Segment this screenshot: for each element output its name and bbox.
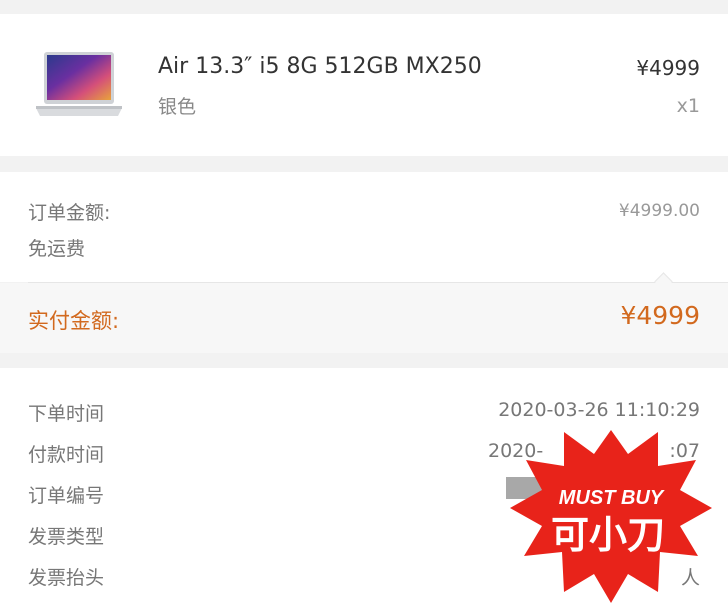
watermark-line2: 可小刀 — [551, 513, 665, 557]
order-summary: 订单金额: ¥4999.00 免运费 — [0, 172, 728, 291]
shipping-label: 免运费 — [28, 238, 86, 260]
must-buy-watermark: MUST BUY 可小刀 — [510, 430, 712, 603]
order-number-label: 订单编号 — [28, 485, 105, 507]
product-price: ¥4999 — [636, 56, 700, 80]
order-amount-label: 订单金额: — [28, 202, 111, 224]
order-time-label: 下单时间 — [28, 403, 105, 425]
invoice-type-label: 发票类型 — [28, 526, 105, 548]
invoice-title-label: 发票抬头 — [28, 567, 105, 589]
paid-amount-row: 实付金额: ¥4999 — [0, 283, 728, 353]
paid-amount-label: 实付金额: — [28, 309, 120, 333]
product-quantity: x1 — [676, 95, 700, 117]
product-card[interactable]: Air 13.3″ i5 8G 512GB MX250 银色 ¥4999 x1 — [0, 14, 728, 156]
order-amount-value: ¥4999.00 — [618, 201, 700, 221]
product-variant: 银色 — [158, 96, 197, 118]
payment-time-label: 付款时间 — [28, 444, 105, 466]
laptop-icon — [36, 52, 122, 116]
watermark-line1: MUST BUY — [559, 487, 665, 509]
product-name[interactable]: Air 13.3″ i5 8G 512GB MX250 — [158, 54, 482, 79]
paid-amount-value: ¥4999 — [620, 301, 700, 330]
order-time-value: 2020-03-26 11:10:29 — [498, 399, 700, 421]
